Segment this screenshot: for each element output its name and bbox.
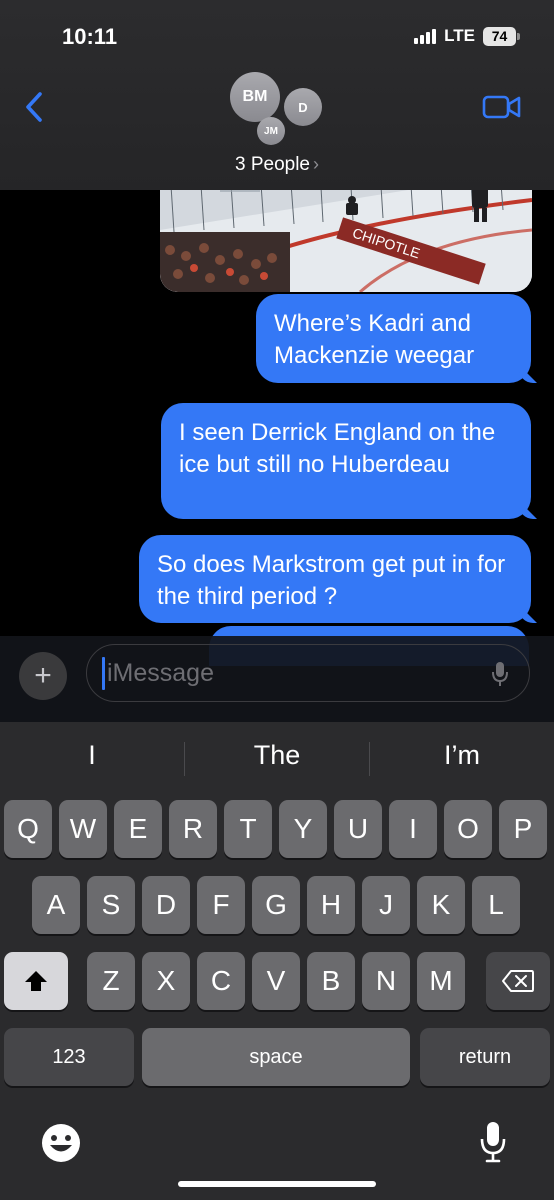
key-c[interactable]: C xyxy=(197,952,245,1010)
key-y[interactable]: Y xyxy=(279,800,327,858)
suggestion-divider xyxy=(184,742,185,776)
facetime-video-icon[interactable] xyxy=(482,94,522,120)
numbers-key[interactable]: 123 xyxy=(4,1028,134,1086)
text-cursor xyxy=(102,657,105,690)
key-w[interactable]: W xyxy=(59,800,107,858)
back-chevron-icon[interactable] xyxy=(22,90,48,124)
key-i[interactable]: I xyxy=(389,800,437,858)
chevron-right-icon: › xyxy=(313,154,319,174)
suggestion-2[interactable]: The xyxy=(197,740,357,771)
key-m[interactable]: M xyxy=(417,952,465,1010)
battery-icon: 74 xyxy=(483,26,520,46)
dictation-mic-icon[interactable] xyxy=(490,660,510,688)
key-x[interactable]: X xyxy=(142,952,190,1010)
key-d[interactable]: D xyxy=(142,876,190,934)
key-z[interactable]: Z xyxy=(87,952,135,1010)
key-g[interactable]: G xyxy=(252,876,300,934)
group-name: 3 People xyxy=(234,154,310,175)
key-q[interactable]: Q xyxy=(4,800,52,858)
key-h[interactable]: H xyxy=(307,876,355,934)
key-t[interactable]: T xyxy=(224,800,272,858)
status-time: 10:11 xyxy=(62,24,118,49)
key-r[interactable]: R xyxy=(169,800,217,858)
key-n[interactable]: N xyxy=(362,952,410,1010)
key-f[interactable]: F xyxy=(197,876,245,934)
network-type: LTE xyxy=(444,26,475,45)
key-v[interactable]: V xyxy=(252,952,300,1010)
backspace-icon xyxy=(502,970,534,992)
key-l[interactable]: L xyxy=(472,876,520,934)
avatar-d[interactable]: D xyxy=(284,88,322,126)
shift-key[interactable] xyxy=(4,952,68,1010)
status-indicators: LTE 74 xyxy=(414,26,520,46)
plus-button[interactable]: + xyxy=(19,652,67,700)
avatar-jm[interactable]: JM xyxy=(257,117,285,145)
message-bubble[interactable]: So does Markstrom get put in for the thi… xyxy=(139,535,531,623)
emoji-icon[interactable] xyxy=(40,1122,82,1164)
cellular-signal-icon xyxy=(414,28,437,44)
key-s[interactable]: S xyxy=(87,876,135,934)
suggestion-3[interactable]: I’m xyxy=(382,740,542,771)
key-o[interactable]: O xyxy=(444,800,492,858)
message-bubble[interactable]: Where’s Kadri and Mackenzie weegar xyxy=(256,294,531,383)
suggestion-1[interactable]: I xyxy=(12,740,172,771)
home-indicator xyxy=(178,1181,376,1187)
key-u[interactable]: U xyxy=(334,800,382,858)
key-e[interactable]: E xyxy=(114,800,162,858)
message-bubble[interactable]: I seen Derrick England on the ice but st… xyxy=(161,403,531,519)
group-name-button[interactable]: 3 People › xyxy=(0,154,554,176)
suggestion-divider xyxy=(369,742,370,776)
key-p[interactable]: P xyxy=(499,800,547,858)
key-j[interactable]: J xyxy=(362,876,410,934)
dictation-mic-icon[interactable] xyxy=(478,1120,508,1164)
delete-key[interactable] xyxy=(486,952,550,1010)
message-input-placeholder: iMessage xyxy=(107,659,214,687)
conversation-header: 10:11 LTE 74 BM D JM 3 People › xyxy=(0,0,554,190)
space-key[interactable]: space xyxy=(142,1028,410,1086)
key-b[interactable]: B xyxy=(307,952,355,1010)
shift-arrow-icon xyxy=(25,971,47,991)
avatar-bm[interactable]: BM xyxy=(230,72,280,122)
key-k[interactable]: K xyxy=(417,876,465,934)
return-key[interactable]: return xyxy=(420,1028,550,1086)
key-a[interactable]: A xyxy=(32,876,80,934)
